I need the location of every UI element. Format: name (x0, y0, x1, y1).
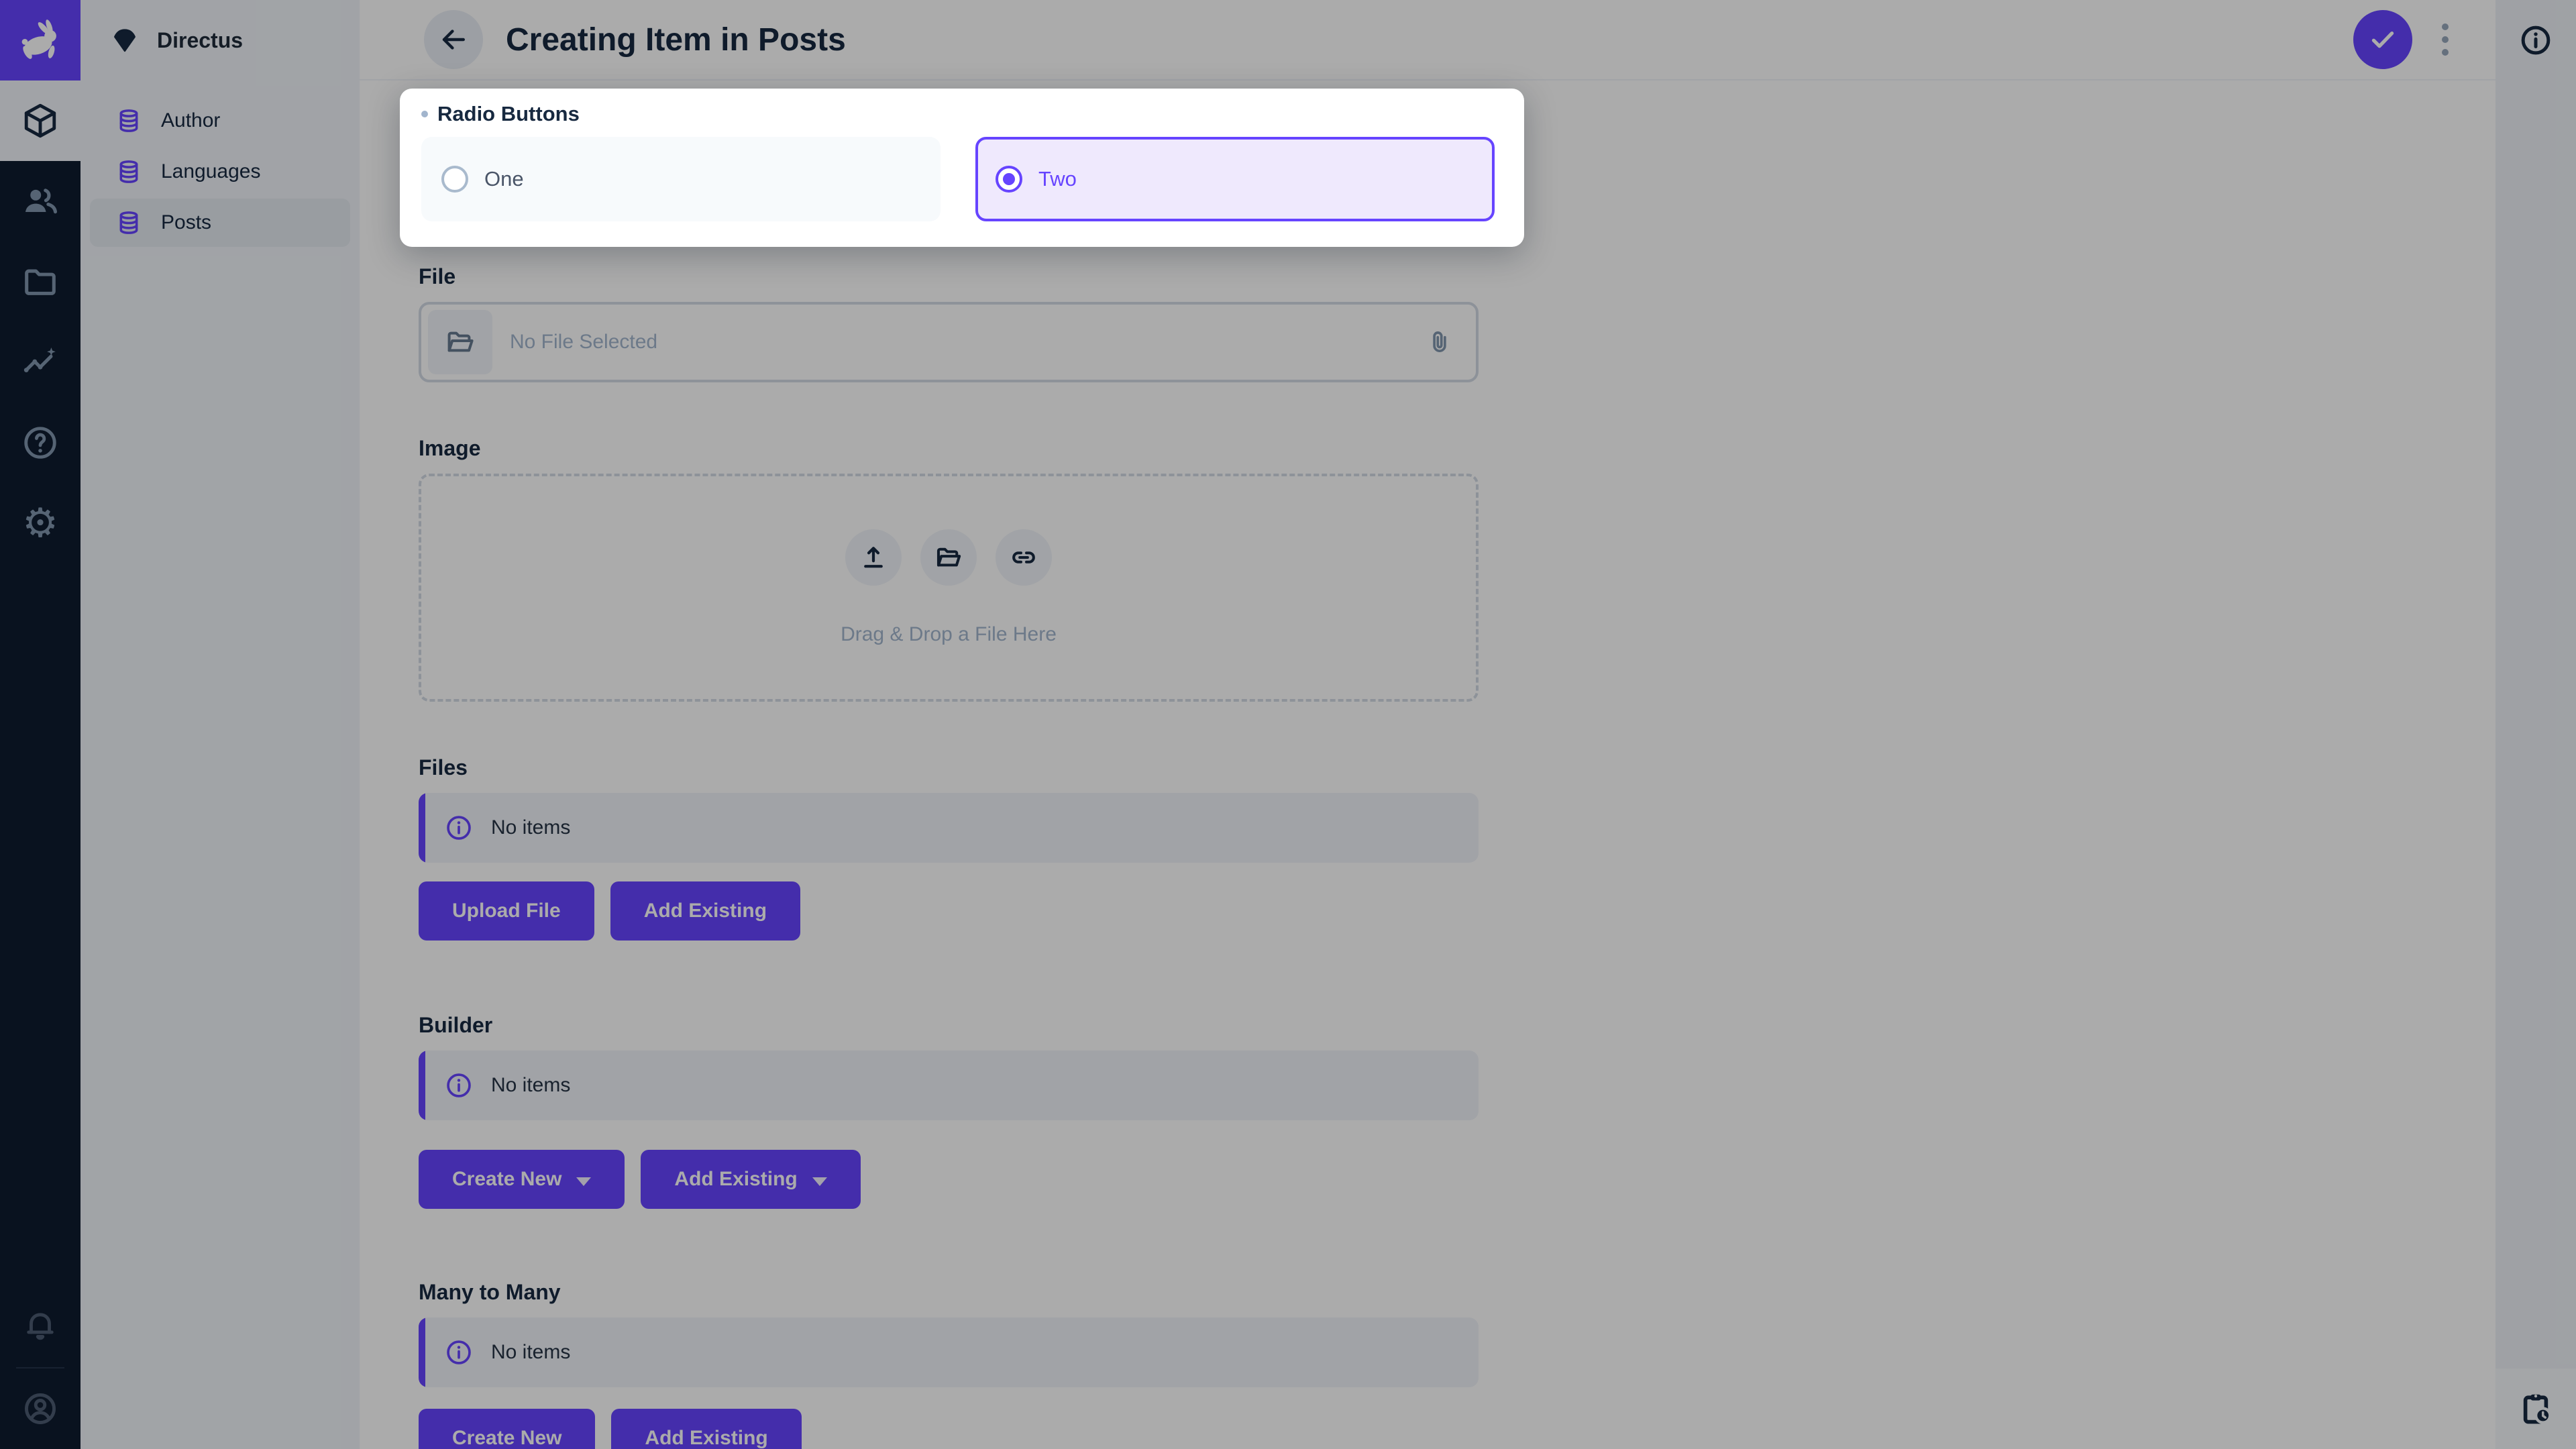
radio-option-label: One (484, 167, 524, 191)
radio-option-label: Two (1038, 167, 1077, 191)
radio-selected-icon (996, 166, 1022, 193)
radio-option-one[interactable]: One (421, 137, 941, 221)
radio-unselected-icon (441, 166, 468, 193)
radio-buttons-field-label: Radio Buttons (421, 102, 1495, 126)
radio-buttons-dialog: Radio Buttons One Two (400, 89, 1524, 247)
radio-options: One Two (421, 137, 1495, 221)
edited-dot-icon (421, 111, 428, 117)
radio-option-two[interactable]: Two (975, 137, 1495, 221)
